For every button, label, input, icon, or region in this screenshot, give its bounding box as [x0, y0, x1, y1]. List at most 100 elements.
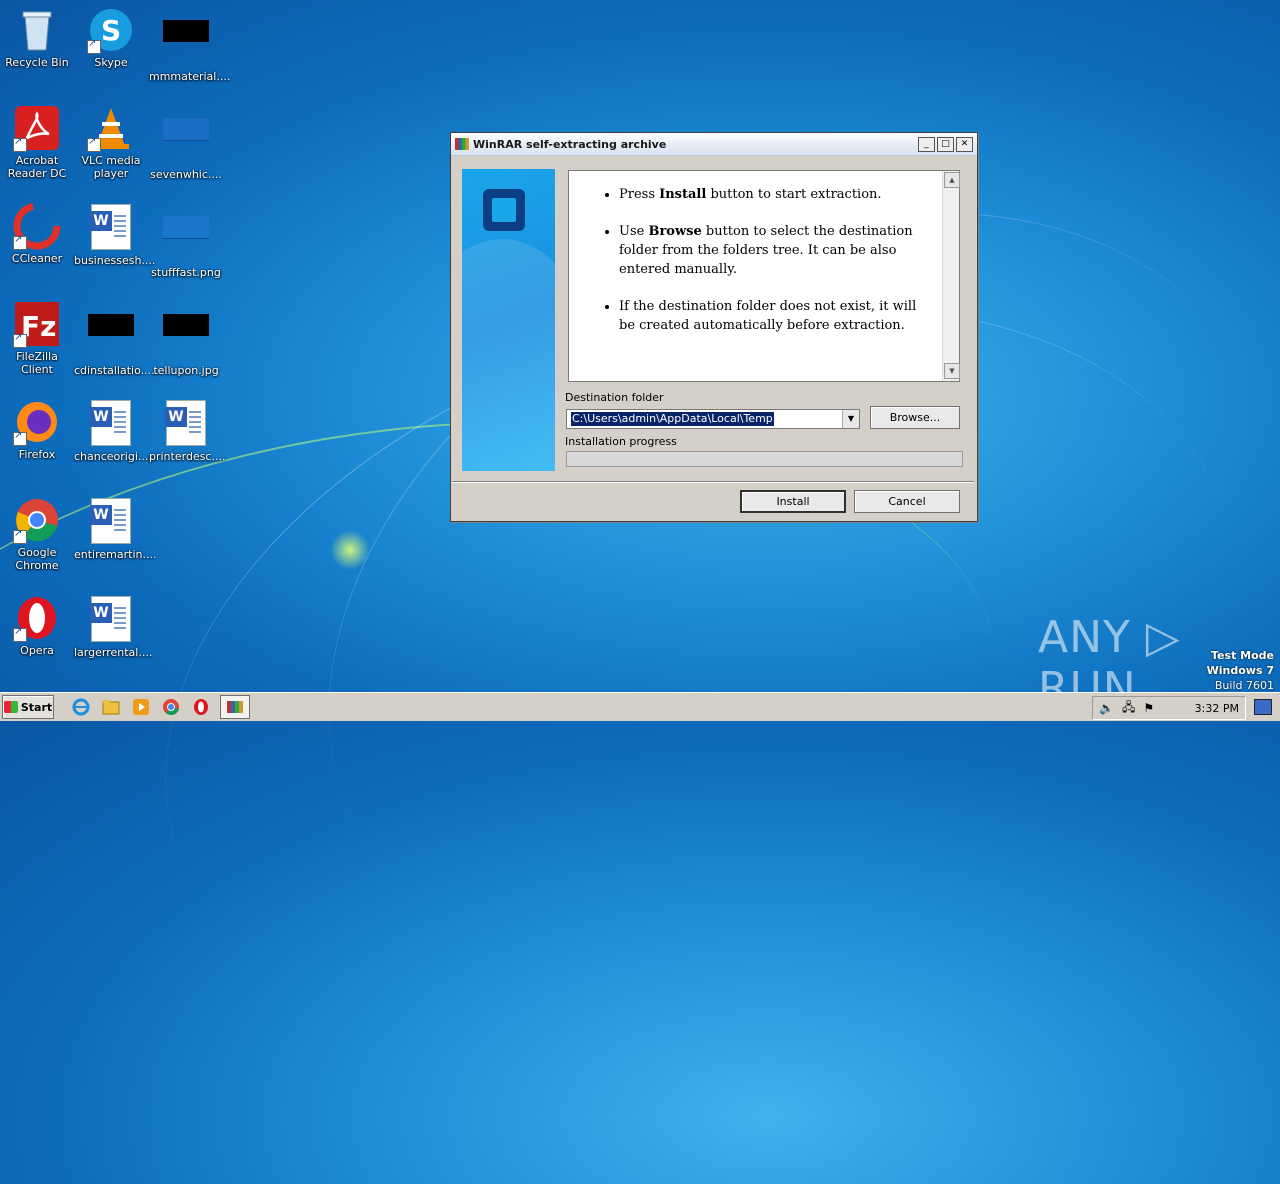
installation-progress-label: Installation progress	[565, 435, 677, 448]
close-button[interactable]: ✕	[956, 136, 973, 152]
winrar-logo-icon	[483, 189, 525, 231]
shortcut-arrow-icon	[13, 430, 27, 446]
desktop-icon-acrobat[interactable]: Acrobat Reader DC	[0, 104, 74, 180]
desktop-icon-mmmaterial[interactable]: mmmaterial....	[149, 6, 231, 83]
desktop-icon-tellupon[interactable]: tellupon.jpg	[149, 300, 223, 377]
start-label: Start	[20, 700, 53, 714]
acrobat-icon	[13, 104, 61, 152]
browse-button[interactable]: Browse...	[870, 406, 960, 429]
instruction-text: If the destination folder does not exist…	[619, 299, 917, 333]
taskbar: Start 🔈 🖧 ⚑ 3:32 PM	[0, 692, 1280, 721]
vlc-icon	[87, 104, 135, 152]
desktop-icon-label: stufffast.png	[151, 266, 221, 279]
desktop-icon-cdinstallatio[interactable]: cdinstallatio....	[74, 300, 155, 377]
winrar-app-icon	[455, 138, 469, 150]
desktop-icon-largerrental[interactable]: largerrental....	[74, 594, 152, 659]
action-center-flag-icon[interactable]: ⚑	[1143, 701, 1154, 715]
desktop-icon-label: VLC media player	[81, 154, 141, 180]
instruction-browse: Use Browse button to select the destinat…	[619, 222, 929, 279]
opera-icon	[13, 594, 61, 642]
image-file-icon	[88, 314, 134, 336]
shortcut-arrow-icon	[13, 332, 27, 348]
word-doc-icon	[90, 498, 131, 544]
system-tray: 🔈 🖧 ⚑ 3:32 PM	[1092, 696, 1246, 720]
test-mode-line: Build 7601	[1214, 679, 1274, 692]
volume-icon[interactable]: 🔈	[1099, 701, 1114, 715]
destination-folder-label: Destination folder	[565, 391, 664, 404]
word-doc-icon	[90, 596, 131, 642]
desktop-icon-label: businessesh....	[74, 254, 156, 267]
instruction-text: button to start extraction.	[706, 187, 882, 202]
clock[interactable]: 3:32 PM	[1195, 702, 1239, 715]
chrome-taskbar-icon[interactable]	[160, 696, 182, 718]
minimize-button[interactable]: _	[918, 136, 935, 152]
network-icon[interactable]: 🖧	[1122, 698, 1135, 719]
show-desktop-icon[interactable]	[1254, 699, 1272, 715]
dialog-separator	[452, 481, 974, 483]
desktop-icon-label: Opera	[20, 644, 54, 657]
dialog-titlebar[interactable]: WinRAR self-extracting archive _ □ ✕	[451, 133, 977, 156]
explorer-folder-icon[interactable]	[100, 696, 122, 718]
desktop-icon-entiremartin[interactable]: entiremartin....	[74, 496, 156, 561]
installation-progress-bar	[566, 451, 963, 467]
maximize-button[interactable]: □	[937, 136, 954, 152]
word-doc-icon	[90, 400, 131, 446]
desktop-icon-printerdesc[interactable]: printerdesc....	[149, 398, 226, 463]
desktop-icon-label: cdinstallatio....	[74, 364, 155, 377]
skype-icon: S	[87, 6, 135, 54]
shortcut-arrow-icon	[87, 136, 101, 152]
firefox-icon	[13, 398, 61, 446]
winrar-taskbar-button[interactable]	[220, 695, 250, 719]
instruction-text: Use	[619, 224, 649, 239]
destination-folder-input[interactable]: C:\Users\admin\AppData\Local\Temp	[571, 412, 774, 426]
svg-text:S: S	[101, 14, 121, 47]
cancel-button[interactable]: Cancel	[854, 490, 960, 513]
install-button[interactable]: Install	[740, 490, 846, 513]
desktop-icon-label: chanceorigi....	[74, 450, 152, 463]
shortcut-arrow-icon	[87, 38, 101, 54]
shortcut-arrow-icon	[13, 626, 27, 642]
destination-folder-combobox[interactable]: C:\Users\admin\AppData\Local\Temp ▼	[566, 409, 860, 429]
desktop-icon-label: printerdesc....	[149, 450, 226, 463]
desktop-icon-label: Firefox	[18, 448, 56, 461]
instructions-list: Press Install button to start extraction…	[569, 185, 929, 335]
instruction-bold: Install	[659, 187, 707, 202]
desktop-icon-vlc[interactable]: VLC media player	[74, 104, 148, 180]
desktop-icon-sevenwhic[interactable]: sevenwhic....	[149, 104, 223, 181]
start-button[interactable]: Start	[2, 695, 54, 719]
desktop-icon-skype[interactable]: S Skype	[74, 6, 148, 69]
desktop-icon-filezilla[interactable]: Fz FileZilla Client	[0, 300, 74, 376]
dialog-title: WinRAR self-extracting archive	[473, 137, 667, 151]
shortcut-arrow-icon	[13, 136, 27, 152]
instructions-scrollbar[interactable]: ▲ ▼	[942, 171, 960, 381]
image-file-icon	[163, 118, 209, 141]
desktop-icon-label: mmmaterial....	[149, 70, 231, 83]
desktop-icon-label: FileZilla Client	[16, 350, 58, 376]
chevron-down-icon[interactable]: ▼	[842, 410, 859, 428]
instruction-autocreate: If the destination folder does not exist…	[619, 297, 929, 335]
scroll-down-icon[interactable]: ▼	[944, 363, 960, 379]
desktop-icon-chanceorigi[interactable]: chanceorigi....	[74, 398, 152, 463]
image-file-icon	[163, 314, 209, 336]
test-mode-notice: Test Mode Windows 7 Build 7601	[1207, 648, 1274, 693]
desktop-icon-ccleaner[interactable]: CCleaner	[0, 202, 74, 265]
desktop-icon-firefox[interactable]: Firefox	[0, 398, 74, 461]
test-mode-line: Test Mode	[1211, 649, 1274, 662]
desktop-icon-opera[interactable]: Opera	[0, 594, 74, 657]
internet-explorer-icon[interactable]	[70, 696, 92, 718]
desktop-icon-chrome[interactable]: Google Chrome	[0, 496, 74, 572]
desktop-icon-stufffast[interactable]: stufffast.png	[149, 202, 223, 279]
opera-taskbar-icon[interactable]	[190, 696, 212, 718]
word-doc-icon	[90, 204, 131, 250]
desktop-icon-label: Recycle Bin	[5, 56, 69, 69]
recycle-bin-icon	[13, 6, 61, 54]
winrar-icon	[227, 701, 243, 713]
desktop-icon-label: sevenwhic....	[150, 168, 222, 181]
media-player-icon[interactable]	[130, 696, 152, 718]
desktop-icon-label: CCleaner	[11, 252, 63, 265]
instruction-bold: Browse	[648, 224, 702, 239]
desktop-icon-businessesh[interactable]: businessesh....	[74, 202, 156, 267]
scroll-up-icon[interactable]: ▲	[944, 172, 960, 188]
ccleaner-icon	[13, 202, 61, 250]
desktop-icon-recycle-bin[interactable]: Recycle Bin	[0, 6, 74, 69]
